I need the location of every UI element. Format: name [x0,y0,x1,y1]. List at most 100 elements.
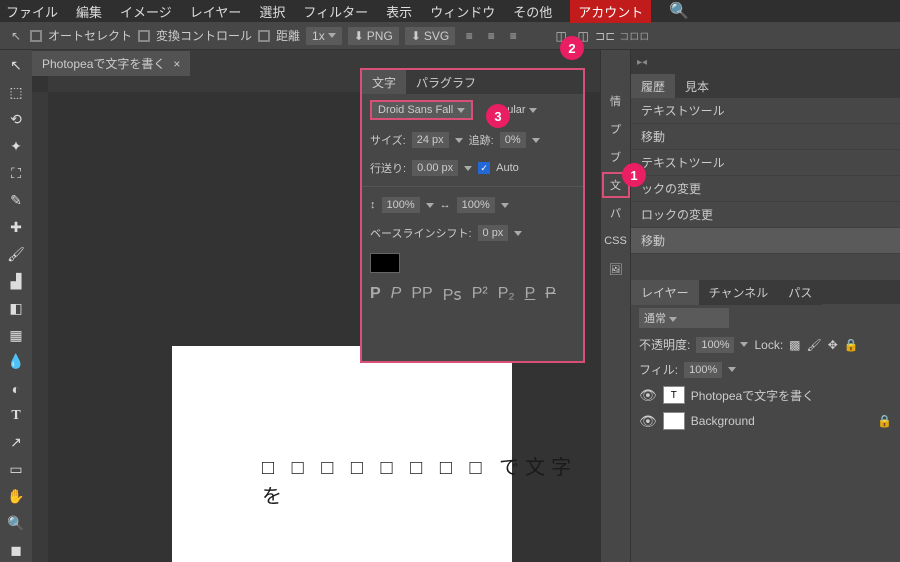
rtab-info[interactable]: 情 [602,88,630,114]
brush-tool[interactable]: 🖌 [3,243,29,266]
visibility-icon[interactable]: 👁 [639,387,657,404]
marquee-tool[interactable]: ⬚ [3,81,29,104]
history-item[interactable]: 移動 [631,124,900,150]
text-color-swatch[interactable] [370,253,400,273]
layer-row[interactable]: 👁 T Photopeaで文字を書く [631,382,900,408]
layer-name[interactable]: Photopeaで文字を書く [691,387,814,404]
font-family-dropdown[interactable]: Droid Sans Fall [370,100,473,120]
menu-bar: ファイル 編集 イメージ レイヤー 選択 フィルター 表示 ウィンドウ その他 … [0,0,900,22]
menu-window[interactable]: ウィンドウ [430,2,495,21]
lock-all-icon[interactable]: 🔒 [844,338,859,352]
auto-leading-checkbox[interactable]: ✓ [478,162,490,174]
wand-tool[interactable]: ✦ [3,135,29,158]
underline-button[interactable]: P [525,285,536,305]
fill-input[interactable]: 100% [684,362,722,378]
dodge-tool[interactable]: ◐ [3,377,29,400]
search-icon[interactable]: 🔍 [669,1,689,21]
smallcaps-button[interactable]: Pꜱ [443,285,462,305]
move-tool[interactable]: ↖ [3,54,29,77]
history-item[interactable]: ロックの変更 [631,202,900,228]
opacity-input[interactable]: 100% [696,337,734,353]
menu-account[interactable]: アカウント [570,0,651,23]
menu-image[interactable]: イメージ [120,2,172,21]
align-icon[interactable]: ≡ [461,28,477,44]
tracking-input[interactable]: 0% [500,132,526,148]
hscale-input[interactable]: 100% [457,197,495,213]
tab-swatches[interactable]: 見本 [675,74,719,99]
menu-other[interactable]: その他 [513,2,552,21]
crop-tool[interactable]: ⛶ [3,162,29,185]
gradient-tool[interactable]: ▦ [3,324,29,347]
doctab-close[interactable]: × [173,57,180,71]
lock-brush-icon[interactable]: 🖌 [807,338,822,352]
font-weight-dropdown[interactable]: ular [507,104,536,116]
autoselect-checkbox[interactable] [30,30,42,42]
rtab-css[interactable]: CSS [602,228,630,254]
rtab-paragraph[interactable]: パ [602,200,630,226]
font-size-input[interactable]: 24 px [412,132,449,148]
distribute-icon-3[interactable]: ⊐⊏ [597,28,613,44]
export-svg-button[interactable]: ⬇SVG [405,27,455,45]
canvas-text-layer[interactable]: □ □ □ □ □ □ □ □ で文字を [262,451,600,509]
toolbox: ↖ ⬚ ⟲ ✦ ⛶ ✎ ✚ 🖌 ▟ ◧ ▦ 💧 ◐ T ↗ ▭ ✋ 🔍 ◼ [0,50,32,562]
layer-row[interactable]: 👁 Background 🔒 [631,408,900,434]
zoom-dropdown[interactable]: 1x [306,27,342,45]
history-item[interactable]: ックの変更 [631,176,900,202]
stamp-tool[interactable]: ▟ [3,270,29,293]
vscale-input[interactable]: 100% [382,197,420,213]
blend-mode-row: 通常 [631,304,900,332]
type-tool[interactable]: T [3,404,29,427]
lock-icon[interactable]: 🔒 [877,414,892,428]
shape-tool[interactable]: ▭ [3,458,29,481]
lock-transparent-icon[interactable]: ▩ [789,338,800,352]
tab-channels[interactable]: チャンネル [699,280,779,305]
align-icon-3[interactable]: ≡ [505,28,521,44]
rtab-image[interactable]: 🖼 [602,256,630,282]
align-icon-2[interactable]: ≡ [483,28,499,44]
callout-2: 2 [560,36,584,60]
menu-select[interactable]: 選択 [259,2,285,21]
allcaps-button[interactable]: PP [411,285,432,305]
distance-checkbox[interactable] [258,30,270,42]
color-swatch[interactable]: ◼ [3,539,29,562]
zoom-tool[interactable]: 🔍 [3,512,29,535]
tab-layers[interactable]: レイヤー [631,280,699,305]
panel-handle-icon[interactable]: ▸◂ [631,57,653,68]
history-item[interactable]: 移動 [631,228,900,254]
tab-character[interactable]: 文字 [362,70,406,94]
menu-filter[interactable]: フィルター [303,2,368,21]
visibility-icon[interactable]: 👁 [639,413,657,430]
tab-paragraph-panel[interactable]: パラグラフ [406,70,486,94]
superscript-button[interactable]: P² [472,285,488,305]
fill-label: フィル: [639,361,678,378]
hand-tool[interactable]: ✋ [3,485,29,508]
baseline-input[interactable]: 0 px [478,225,509,241]
history-item[interactable]: テキストツール [631,98,900,124]
italic-button[interactable]: P [391,285,402,305]
layer-thumb [663,412,685,430]
path-tool[interactable]: ↗ [3,431,29,454]
menu-file[interactable]: ファイル [6,2,58,21]
history-item[interactable]: テキストツール [631,150,900,176]
document-tab[interactable]: Photopeaで文字を書く × [32,51,190,76]
eyedropper-tool[interactable]: ✎ [3,189,29,212]
strike-button[interactable]: P [545,285,556,305]
menu-layer[interactable]: レイヤー [190,2,242,21]
blur-tool[interactable]: 💧 [3,350,29,373]
leading-input[interactable]: 0.00 px [412,160,458,176]
tab-paths[interactable]: パス [778,280,822,305]
lock-move-icon[interactable]: ✥ [828,338,838,352]
blend-mode-dropdown[interactable]: 通常 [639,308,729,328]
eraser-tool[interactable]: ◧ [3,297,29,320]
menu-view[interactable]: 表示 [386,2,412,21]
export-png-button[interactable]: ⬇PNG [348,27,399,45]
transform-checkbox[interactable] [138,30,150,42]
menu-edit[interactable]: 編集 [76,2,102,21]
heal-tool[interactable]: ✚ [3,216,29,239]
subscript-button[interactable]: P₂ [498,285,515,305]
bold-button[interactable]: P [370,285,381,305]
layer-name[interactable]: Background [691,414,755,428]
rtab-properties[interactable]: プ [602,116,630,142]
lasso-tool[interactable]: ⟲ [3,108,29,131]
tab-history[interactable]: 履歴 [631,74,675,99]
